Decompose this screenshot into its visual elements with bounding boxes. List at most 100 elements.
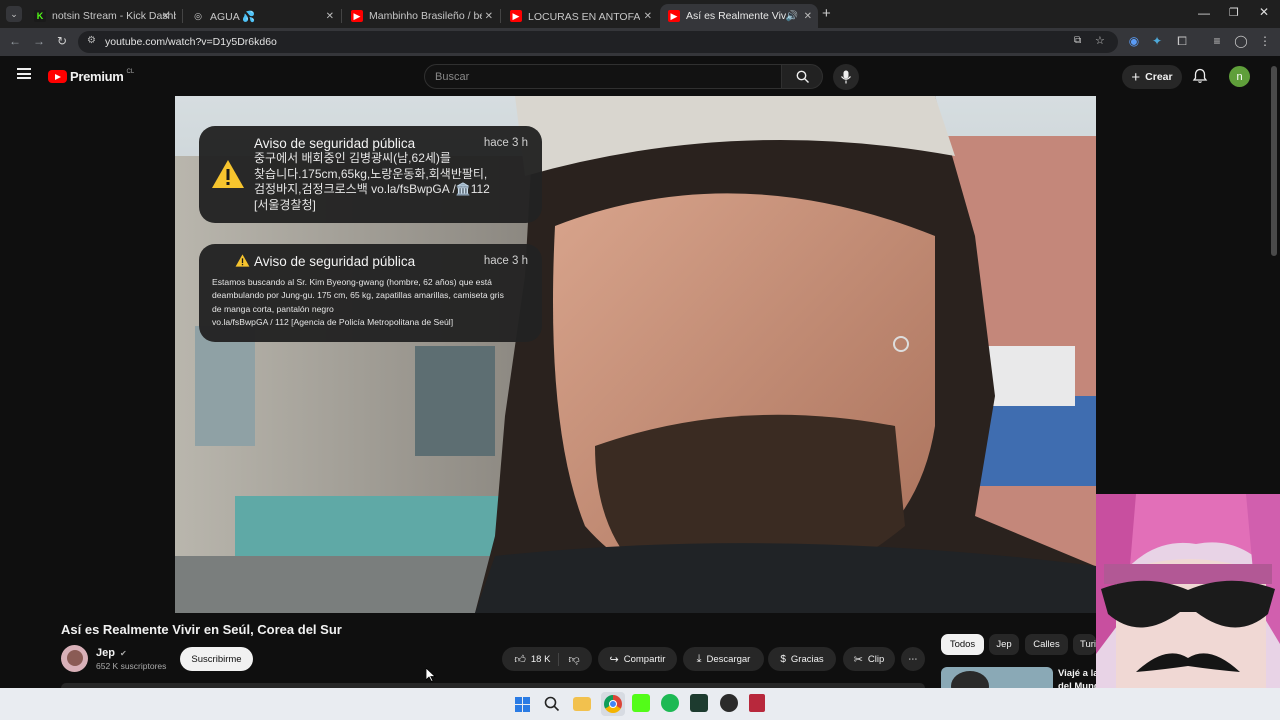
channel-name-text: Jep bbox=[96, 647, 115, 659]
warning-icon bbox=[235, 254, 250, 267]
tab-label: AGUA 💦 bbox=[210, 10, 256, 23]
browser-menu-icon[interactable]: ⋮ bbox=[1257, 34, 1273, 48]
search-button[interactable] bbox=[781, 64, 823, 89]
download-icon: ⤓ bbox=[696, 652, 702, 665]
search-icon bbox=[796, 70, 809, 83]
tab-divider bbox=[182, 9, 183, 23]
video-player[interactable]: Aviso de seguridad pública hace 3 h 중구에서… bbox=[175, 96, 1096, 613]
channel-avatar[interactable] bbox=[61, 645, 88, 672]
youtube-icon: ▶ bbox=[668, 10, 680, 22]
tab-agua[interactable]: ◎ AGUA 💦 ✕ bbox=[184, 4, 340, 28]
clip-label: Clip bbox=[867, 653, 885, 665]
premium-text: Premium bbox=[70, 69, 124, 84]
create-label: Crear bbox=[1145, 71, 1173, 83]
back-icon[interactable]: ← bbox=[9, 34, 21, 48]
alert-body: 중구에서 배회중인 김병광씨(남,62세)를 찾습니다.175cm,65kg,노… bbox=[254, 151, 490, 213]
tab-locuras-antofa[interactable]: ▶ LOCURAS EN ANTOFA 2🥵 PARTE ✕ bbox=[502, 4, 658, 28]
alert-body-line: deambulando por Jung-gu. 175 cm, 65 kg, … bbox=[212, 290, 504, 301]
alert-title: Aviso de seguridad pública bbox=[254, 136, 416, 151]
reload-icon[interactable]: ↻ bbox=[57, 34, 67, 48]
spotify-icon[interactable] bbox=[661, 694, 679, 712]
search-icon[interactable] bbox=[544, 696, 560, 717]
chip-calles[interactable]: Calles bbox=[1025, 634, 1068, 655]
tab-mambinho[interactable]: ▶ Mambinho Brasileño / benjitalli ✕ bbox=[343, 4, 499, 28]
chip-turismo[interactable]: Turi bbox=[1073, 634, 1096, 655]
alert-body-line: [서울경찰청] bbox=[254, 197, 316, 212]
youtube-icon: ▶ bbox=[351, 10, 363, 22]
account-avatar[interactable]: n bbox=[1229, 66, 1250, 87]
restore-button[interactable]: ❐ bbox=[1229, 6, 1239, 19]
tab-label: Mambinho Brasileño / benjitalli bbox=[369, 10, 489, 22]
extension-wave-icon[interactable]: ◉ bbox=[1126, 34, 1142, 48]
verified-check-icon: ✔ bbox=[120, 649, 127, 658]
clip-button[interactable]: ✂ Clip bbox=[843, 647, 895, 671]
profile-icon[interactable]: ◯ bbox=[1233, 34, 1249, 48]
youtube-premium-logo[interactable]: Premium CL bbox=[48, 69, 134, 84]
obs-icon[interactable] bbox=[720, 694, 738, 712]
page-scrollbar[interactable] bbox=[1271, 66, 1277, 256]
region-code: CL bbox=[126, 68, 135, 75]
thanks-label: Gracias bbox=[790, 653, 824, 665]
minimize-button[interactable]: — bbox=[1198, 6, 1210, 20]
browser-tab-bar: ⌄ K notsin Stream - Kick Dashboard ✕ ◎ A… bbox=[0, 0, 1280, 28]
notifications-bell-icon[interactable] bbox=[1192, 68, 1208, 89]
windows-taskbar bbox=[0, 688, 1280, 720]
thumbs-up-icon: 👍︎ bbox=[514, 653, 526, 666]
youtube-header: Premium CL Buscar + Crear n bbox=[0, 56, 1280, 256]
download-button[interactable]: ⤓ Descargar bbox=[683, 647, 764, 671]
browser-toolbar: ← → ↻ ⚙ youtube.com/watch?v=D1y5Dr6kd6o … bbox=[0, 28, 1280, 56]
share-button[interactable]: ↪ Compartir bbox=[598, 647, 677, 671]
site-info-icon[interactable]: ⚙ bbox=[87, 35, 96, 46]
url-text[interactable]: youtube.com/watch?v=D1y5Dr6kd6o bbox=[105, 36, 277, 48]
install-app-icon[interactable]: ⧉ bbox=[1074, 35, 1081, 46]
extensions-puzzle-icon[interactable]: ⧠ bbox=[1174, 34, 1190, 49]
chip-todos[interactable]: Todos bbox=[941, 634, 984, 655]
dollar-heart-icon: $ bbox=[780, 653, 786, 665]
media-controls-icon[interactable]: ≡ bbox=[1209, 34, 1225, 48]
tab-kick-dashboard[interactable]: K notsin Stream - Kick Dashboard ✕ bbox=[26, 4, 176, 28]
alert-body-line: 검정바지,검정크로스백 vo.la/fsBwpGA /🏛️112 bbox=[254, 182, 490, 196]
more-actions-button[interactable]: ⋯ bbox=[901, 647, 925, 671]
chip-jep[interactable]: Jep bbox=[989, 634, 1019, 655]
bookmark-star-icon[interactable]: ☆ bbox=[1095, 34, 1105, 47]
close-icon[interactable]: ✕ bbox=[326, 11, 334, 22]
scissors-icon: ✂ bbox=[853, 653, 863, 666]
like-count: 18 K bbox=[530, 653, 551, 665]
forward-icon[interactable]: → bbox=[33, 34, 45, 48]
search-input[interactable]: Buscar bbox=[424, 64, 782, 89]
recommended-thumbnail[interactable] bbox=[941, 667, 1053, 688]
close-window-button[interactable]: ✕ bbox=[1259, 5, 1269, 19]
streaming-app-icon[interactable] bbox=[749, 694, 765, 712]
tab-asi-es-vivir-en-seul[interactable]: ▶ Así es Realmente Vivir en Se 🔊 ✕ bbox=[660, 4, 818, 28]
channel-name[interactable]: Jep ✔ bbox=[96, 647, 127, 659]
thumbs-down-icon[interactable]: 👎︎ bbox=[568, 653, 579, 666]
translate-extension-icon[interactable]: ✦ bbox=[1149, 34, 1165, 48]
hamburger-menu-icon[interactable] bbox=[17, 68, 31, 79]
speaker-icon[interactable]: 🔊 bbox=[786, 11, 798, 22]
chrome-icon[interactable] bbox=[601, 692, 625, 716]
mouse-cursor-icon bbox=[425, 667, 437, 687]
kick-app-icon[interactable] bbox=[632, 694, 650, 712]
create-button[interactable]: + Crear bbox=[1122, 65, 1182, 89]
new-tab-button[interactable]: + bbox=[822, 5, 831, 22]
address-bar[interactable]: ⚙ youtube.com/watch?v=D1y5Dr6kd6o ⧉ ☆ bbox=[78, 31, 1118, 53]
alert-body-line: Estamos buscando al Sr. Kim Byeong-gwang… bbox=[212, 277, 492, 287]
close-icon[interactable]: ✕ bbox=[162, 11, 170, 22]
terminal-icon[interactable] bbox=[690, 694, 708, 712]
kick-icon: K bbox=[34, 10, 46, 22]
public-safety-alert-korean: Aviso de seguridad pública hace 3 h 중구에서… bbox=[199, 126, 542, 223]
alert-body-line: de manga corta, pantalón negro bbox=[212, 303, 334, 314]
tab-search-dropdown-icon[interactable]: ⌄ bbox=[6, 6, 22, 22]
alert-body-line: vo.la/fsBwpGA / 112 [Agencia de Policía … bbox=[212, 316, 454, 327]
more-horizontal-icon: ⋯ bbox=[908, 653, 918, 665]
close-icon[interactable]: ✕ bbox=[804, 11, 812, 22]
thanks-button[interactable]: $ Gracias bbox=[768, 647, 836, 671]
voice-search-button[interactable] bbox=[833, 64, 859, 90]
file-explorer-icon[interactable] bbox=[573, 697, 591, 711]
windows-start-icon[interactable] bbox=[515, 697, 530, 712]
close-icon[interactable]: ✕ bbox=[640, 10, 652, 22]
like-button[interactable]: 👍︎ 18 K bbox=[514, 652, 560, 666]
subscribe-button[interactable]: Suscribirme bbox=[180, 647, 253, 671]
close-icon[interactable]: ✕ bbox=[481, 10, 493, 22]
public-safety-alert-spanish: Aviso de seguridad pública hace 3 h Esta… bbox=[199, 244, 542, 342]
